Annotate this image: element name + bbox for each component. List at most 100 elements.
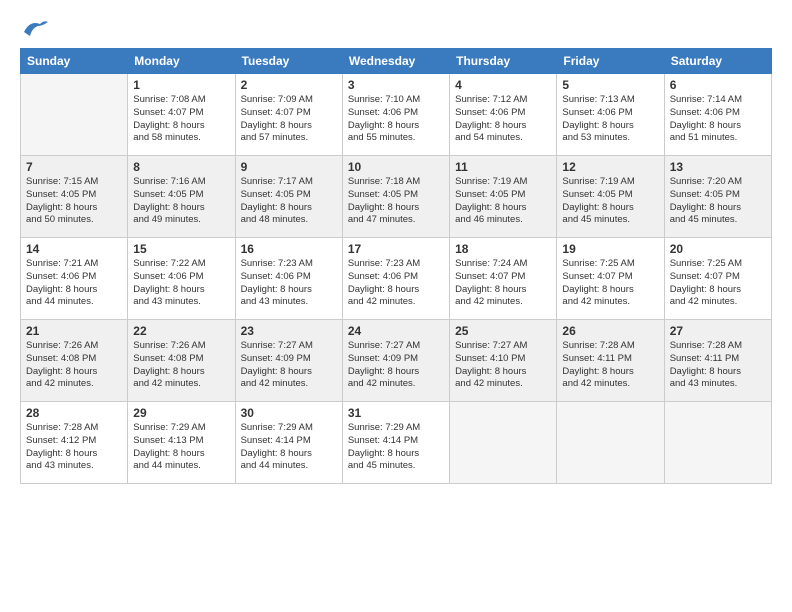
calendar-table: SundayMondayTuesdayWednesdayThursdayFrid…: [20, 48, 772, 484]
day-info: Sunrise: 7:15 AM Sunset: 4:05 PM Dayligh…: [26, 176, 122, 227]
calendar-weekday-saturday: Saturday: [664, 49, 771, 74]
day-info: Sunrise: 7:25 AM Sunset: 4:07 PM Dayligh…: [670, 258, 766, 309]
calendar-day-cell: [557, 402, 664, 484]
calendar-day-cell: 29 Sunrise: 7:29 AM Sunset: 4:13 PM Dayli…: [128, 402, 235, 484]
calendar-weekday-sunday: Sunday: [21, 49, 128, 74]
day-number: 25: [455, 324, 551, 338]
calendar-day-cell: 14 Sunrise: 7:21 AM Sunset: 4:06 PM Dayli…: [21, 238, 128, 320]
calendar-day-cell: 10 Sunrise: 7:18 AM Sunset: 4:05 PM Dayli…: [342, 156, 449, 238]
calendar-day-cell: 3 Sunrise: 7:10 AM Sunset: 4:06 PM Daylig…: [342, 74, 449, 156]
calendar-day-cell: 27 Sunrise: 7:28 AM Sunset: 4:11 PM Dayli…: [664, 320, 771, 402]
calendar-weekday-thursday: Thursday: [450, 49, 557, 74]
calendar-day-cell: 22Sunrise: 7:26 AM Sunset: 4:08 PM Dayli…: [128, 320, 235, 402]
day-number: 19: [562, 242, 658, 256]
calendar-week-row: 21 Sunrise: 7:26 AM Sunset: 4:08 PM Dayli…: [21, 320, 772, 402]
day-number: 24: [348, 324, 444, 338]
calendar-day-cell: 6Sunrise: 7:14 AM Sunset: 4:06 PM Daylig…: [664, 74, 771, 156]
day-number: 21: [26, 324, 122, 338]
calendar-day-cell: 2 Sunrise: 7:09 AM Sunset: 4:07 PM Daylig…: [235, 74, 342, 156]
day-number: 11: [455, 160, 551, 174]
calendar-day-cell: 30Sunrise: 7:29 AM Sunset: 4:14 PM Dayli…: [235, 402, 342, 484]
calendar-day-cell: 7 Sunrise: 7:15 AM Sunset: 4:05 PM Daylig…: [21, 156, 128, 238]
calendar-day-cell: 16 Sunrise: 7:23 AM Sunset: 4:06 PM Dayli…: [235, 238, 342, 320]
calendar-day-cell: 19 Sunrise: 7:25 AM Sunset: 4:07 PM Dayli…: [557, 238, 664, 320]
calendar-day-cell: [450, 402, 557, 484]
day-info: Sunrise: 7:25 AM Sunset: 4:07 PM Dayligh…: [562, 258, 658, 309]
day-info: Sunrise: 7:10 AM Sunset: 4:06 PM Dayligh…: [348, 94, 444, 145]
calendar-day-cell: 4 Sunrise: 7:12 AM Sunset: 4:06 PM Daylig…: [450, 74, 557, 156]
calendar-week-row: 14 Sunrise: 7:21 AM Sunset: 4:06 PM Dayli…: [21, 238, 772, 320]
calendar-day-cell: 12Sunrise: 7:19 AM Sunset: 4:05 PM Dayli…: [557, 156, 664, 238]
day-info: Sunrise: 7:22 AM Sunset: 4:06 PM Dayligh…: [133, 258, 229, 309]
day-info: Sunrise: 7:29 AM Sunset: 4:13 PM Dayligh…: [133, 422, 229, 473]
day-info: Sunrise: 7:29 AM Sunset: 4:14 PM Dayligh…: [348, 422, 444, 473]
day-info: Sunrise: 7:09 AM Sunset: 4:07 PM Dayligh…: [241, 94, 337, 145]
calendar-weekday-wednesday: Wednesday: [342, 49, 449, 74]
day-number: 26: [562, 324, 658, 338]
day-number: 31: [348, 406, 444, 420]
day-number: 1: [133, 78, 229, 92]
calendar-day-cell: 31 Sunrise: 7:29 AM Sunset: 4:14 PM Dayli…: [342, 402, 449, 484]
day-number: 8: [133, 160, 229, 174]
day-info: Sunrise: 7:08 AM Sunset: 4:07 PM Dayligh…: [133, 94, 229, 145]
day-number: 13: [670, 160, 766, 174]
day-number: 16: [241, 242, 337, 256]
day-number: 5: [562, 78, 658, 92]
day-info: Sunrise: 7:28 AM Sunset: 4:11 PM Dayligh…: [562, 340, 658, 391]
day-number: 29: [133, 406, 229, 420]
calendar-day-cell: 21Sunrise: 7:26 AM Sunset: 4:08 PM Dayli…: [21, 320, 128, 402]
day-info: Sunrise: 7:28 AM Sunset: 4:12 PM Dayligh…: [26, 422, 122, 473]
calendar-day-cell: 26 Sunrise: 7:28 AM Sunset: 4:11 PM Dayli…: [557, 320, 664, 402]
calendar-weekday-friday: Friday: [557, 49, 664, 74]
day-number: 3: [348, 78, 444, 92]
day-info: Sunrise: 7:12 AM Sunset: 4:06 PM Dayligh…: [455, 94, 551, 145]
day-info: Sunrise: 7:27 AM Sunset: 4:09 PM Dayligh…: [348, 340, 444, 391]
header: [20, 18, 772, 40]
day-number: 7: [26, 160, 122, 174]
day-number: 20: [670, 242, 766, 256]
calendar-day-cell: 1 Sunrise: 7:08 AM Sunset: 4:07 PM Daylig…: [128, 74, 235, 156]
calendar-day-cell: 5 Sunrise: 7:13 AM Sunset: 4:06 PM Daylig…: [557, 74, 664, 156]
calendar-day-cell: [664, 402, 771, 484]
day-info: Sunrise: 7:29 AM Sunset: 4:14 PM Dayligh…: [241, 422, 337, 473]
day-number: 2: [241, 78, 337, 92]
calendar-weekday-monday: Monday: [128, 49, 235, 74]
calendar-day-cell: [21, 74, 128, 156]
calendar-day-cell: 11 Sunrise: 7:19 AM Sunset: 4:05 PM Dayli…: [450, 156, 557, 238]
calendar-week-row: 7 Sunrise: 7:15 AM Sunset: 4:05 PM Daylig…: [21, 156, 772, 238]
day-number: 4: [455, 78, 551, 92]
day-number: 15: [133, 242, 229, 256]
day-info: Sunrise: 7:18 AM Sunset: 4:05 PM Dayligh…: [348, 176, 444, 227]
day-info: Sunrise: 7:24 AM Sunset: 4:07 PM Dayligh…: [455, 258, 551, 309]
calendar-week-row: 1 Sunrise: 7:08 AM Sunset: 4:07 PM Daylig…: [21, 74, 772, 156]
page-container: SundayMondayTuesdayWednesdayThursdayFrid…: [0, 0, 792, 494]
day-info: Sunrise: 7:27 AM Sunset: 4:09 PM Dayligh…: [241, 340, 337, 391]
day-number: 18: [455, 242, 551, 256]
day-number: 14: [26, 242, 122, 256]
calendar-day-cell: 25 Sunrise: 7:27 AM Sunset: 4:10 PM Dayli…: [450, 320, 557, 402]
calendar-day-cell: 9Sunrise: 7:17 AM Sunset: 4:05 PM Daylig…: [235, 156, 342, 238]
day-info: Sunrise: 7:27 AM Sunset: 4:10 PM Dayligh…: [455, 340, 551, 391]
day-info: Sunrise: 7:23 AM Sunset: 4:06 PM Dayligh…: [241, 258, 337, 309]
calendar-weekday-tuesday: Tuesday: [235, 49, 342, 74]
calendar-day-cell: 8 Sunrise: 7:16 AM Sunset: 4:05 PM Daylig…: [128, 156, 235, 238]
logo: [20, 22, 50, 40]
day-info: Sunrise: 7:28 AM Sunset: 4:11 PM Dayligh…: [670, 340, 766, 391]
day-number: 27: [670, 324, 766, 338]
day-number: 23: [241, 324, 337, 338]
day-info: Sunrise: 7:17 AM Sunset: 4:05 PM Dayligh…: [241, 176, 337, 227]
day-number: 28: [26, 406, 122, 420]
day-info: Sunrise: 7:13 AM Sunset: 4:06 PM Dayligh…: [562, 94, 658, 145]
day-info: Sunrise: 7:19 AM Sunset: 4:05 PM Dayligh…: [562, 176, 658, 227]
calendar-day-cell: 15 Sunrise: 7:22 AM Sunset: 4:06 PM Dayli…: [128, 238, 235, 320]
day-info: Sunrise: 7:16 AM Sunset: 4:05 PM Dayligh…: [133, 176, 229, 227]
day-info: Sunrise: 7:20 AM Sunset: 4:05 PM Dayligh…: [670, 176, 766, 227]
calendar-day-cell: 13 Sunrise: 7:20 AM Sunset: 4:05 PM Dayli…: [664, 156, 771, 238]
calendar-day-cell: 18 Sunrise: 7:24 AM Sunset: 4:07 PM Dayli…: [450, 238, 557, 320]
day-number: 10: [348, 160, 444, 174]
day-number: 6: [670, 78, 766, 92]
day-info: Sunrise: 7:19 AM Sunset: 4:05 PM Dayligh…: [455, 176, 551, 227]
calendar-day-cell: 20 Sunrise: 7:25 AM Sunset: 4:07 PM Dayli…: [664, 238, 771, 320]
day-info: Sunrise: 7:21 AM Sunset: 4:06 PM Dayligh…: [26, 258, 122, 309]
day-info: Sunrise: 7:26 AM Sunset: 4:08 PM Dayligh…: [133, 340, 229, 391]
